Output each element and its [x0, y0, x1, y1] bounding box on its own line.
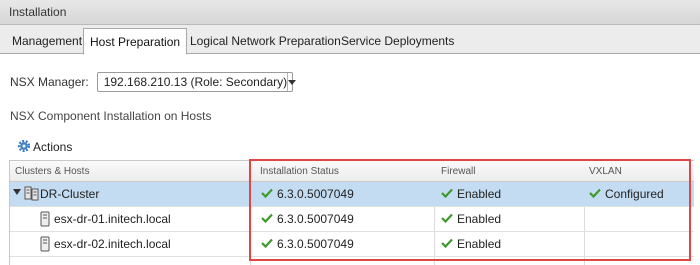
actions-label: Actions — [33, 140, 73, 154]
firewall-value: Enabled — [457, 212, 502, 226]
grid-header-row: Clusters & Hosts Installation Status Fir… — [10, 160, 694, 182]
check-icon — [589, 187, 601, 201]
vxlan-value: Configured — [605, 187, 664, 201]
check-icon — [261, 212, 273, 226]
tab-logical-network-preparation[interactable]: Logical Network Preparation — [184, 31, 347, 54]
firewall-cell: Enabled — [441, 212, 501, 226]
installation-status-cell: 6.3.0.5007049 — [261, 212, 354, 226]
column-header-installation-status[interactable]: Installation Status — [260, 166, 339, 177]
expand-triangle-icon[interactable] — [13, 188, 21, 196]
cluster-icon — [24, 186, 40, 201]
check-icon — [261, 237, 273, 251]
column-header-firewall[interactable]: Firewall — [441, 166, 475, 177]
nsx-manager-label: NSX Manager: — [10, 75, 89, 89]
table-row-host[interactable]: esx-dr-01.initech.local 6.3.0.5007049 En… — [10, 207, 694, 232]
gear-icon — [17, 139, 31, 156]
installation-status-value: 6.3.0.5007049 — [277, 237, 354, 251]
dropdown-arrow-icon[interactable] — [287, 73, 297, 91]
installation-status-value: 6.3.0.5007049 — [277, 212, 354, 226]
host-icon — [40, 236, 50, 252]
tab-bar: Management Host Preparation Logical Netw… — [0, 25, 700, 55]
nsx-manager-selected-value: 192.168.210.13 (Role: Secondary) — [103, 75, 288, 89]
installation-status-cell: 6.3.0.5007049 — [261, 187, 354, 201]
firewall-cell: Enabled — [441, 187, 501, 201]
cluster-name: DR-Cluster — [40, 187, 100, 201]
nsx-manager-row: NSX Manager: 192.168.210.13 (Role: Secon… — [10, 72, 297, 92]
firewall-value: Enabled — [457, 187, 502, 201]
host-preparation-grid: Clusters & Hosts Installation Status Fir… — [9, 160, 694, 265]
firewall-cell: Enabled — [441, 237, 501, 251]
column-header-clusters-hosts[interactable]: Clusters & Hosts — [15, 166, 89, 177]
tab-service-deployments[interactable]: Service Deployments — [335, 31, 460, 54]
installation-status-cell: 6.3.0.5007049 — [261, 237, 354, 251]
check-icon — [261, 187, 273, 201]
table-row-host[interactable]: esx-dr-02.initech.local 6.3.0.5007049 En… — [10, 232, 694, 257]
check-icon — [441, 237, 453, 251]
actions-button[interactable]: Actions — [17, 139, 72, 155]
host-icon — [40, 211, 50, 227]
section-title: NSX Component Installation on Hosts — [10, 109, 212, 123]
firewall-value: Enabled — [457, 237, 502, 251]
table-row-cluster[interactable]: DR-Cluster 6.3.0.5007049 Enabled Configu… — [10, 182, 694, 207]
check-icon — [441, 212, 453, 226]
window-title: Installation — [9, 5, 67, 19]
host-name: esx-dr-02.initech.local — [54, 237, 171, 251]
tab-management[interactable]: Management — [6, 31, 88, 54]
window-title-bar: Installation — [0, 0, 700, 25]
host-name: esx-dr-01.initech.local — [54, 212, 171, 226]
installation-status-value: 6.3.0.5007049 — [277, 187, 354, 201]
nsx-manager-dropdown[interactable]: 192.168.210.13 (Role: Secondary) — [96, 72, 297, 92]
column-header-vxlan[interactable]: VXLAN — [589, 166, 622, 177]
check-icon — [441, 187, 453, 201]
vxlan-cell: Configured — [589, 187, 664, 201]
tab-host-preparation[interactable]: Host Preparation — [83, 28, 188, 55]
